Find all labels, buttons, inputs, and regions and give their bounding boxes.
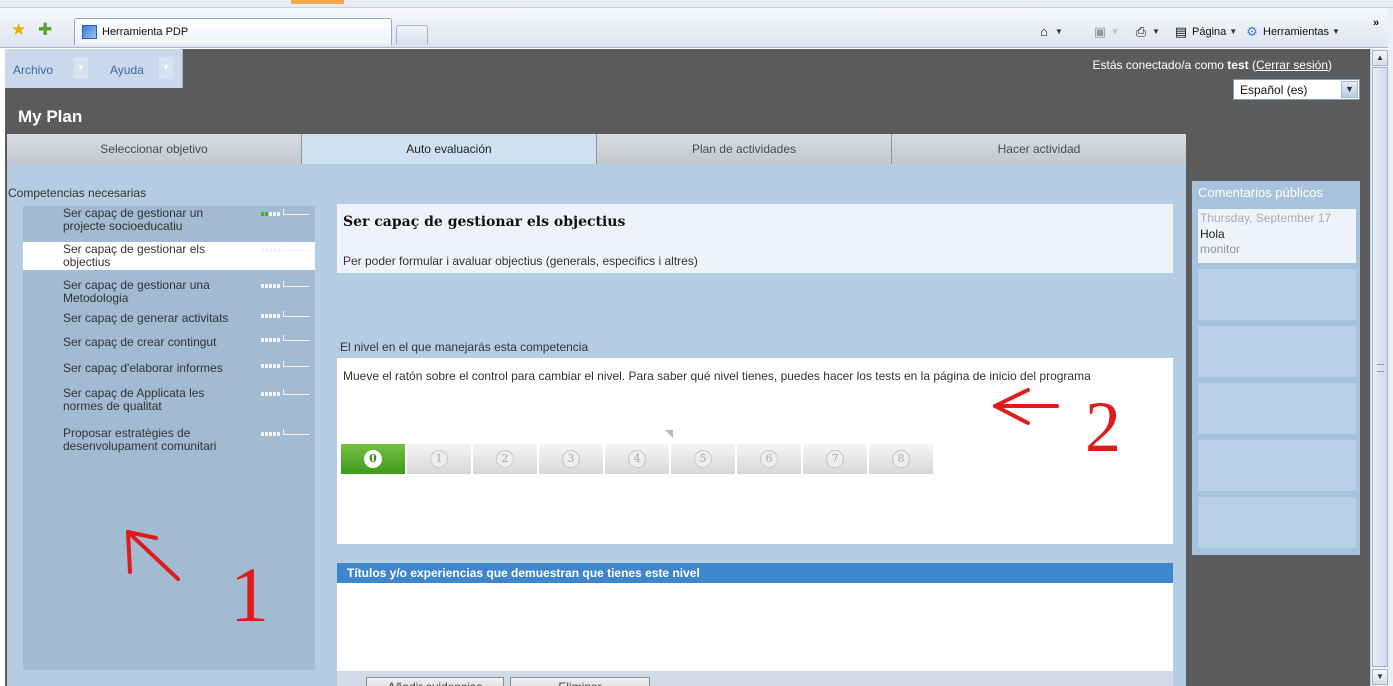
annotation-label-2: 2 xyxy=(1085,387,1121,467)
annotation-arrow-1-icon xyxy=(126,530,180,581)
annotation-label-1: 1 xyxy=(230,551,269,638)
annotation-layer xyxy=(126,388,1059,581)
annotation-arrow-2-icon xyxy=(993,388,1059,425)
